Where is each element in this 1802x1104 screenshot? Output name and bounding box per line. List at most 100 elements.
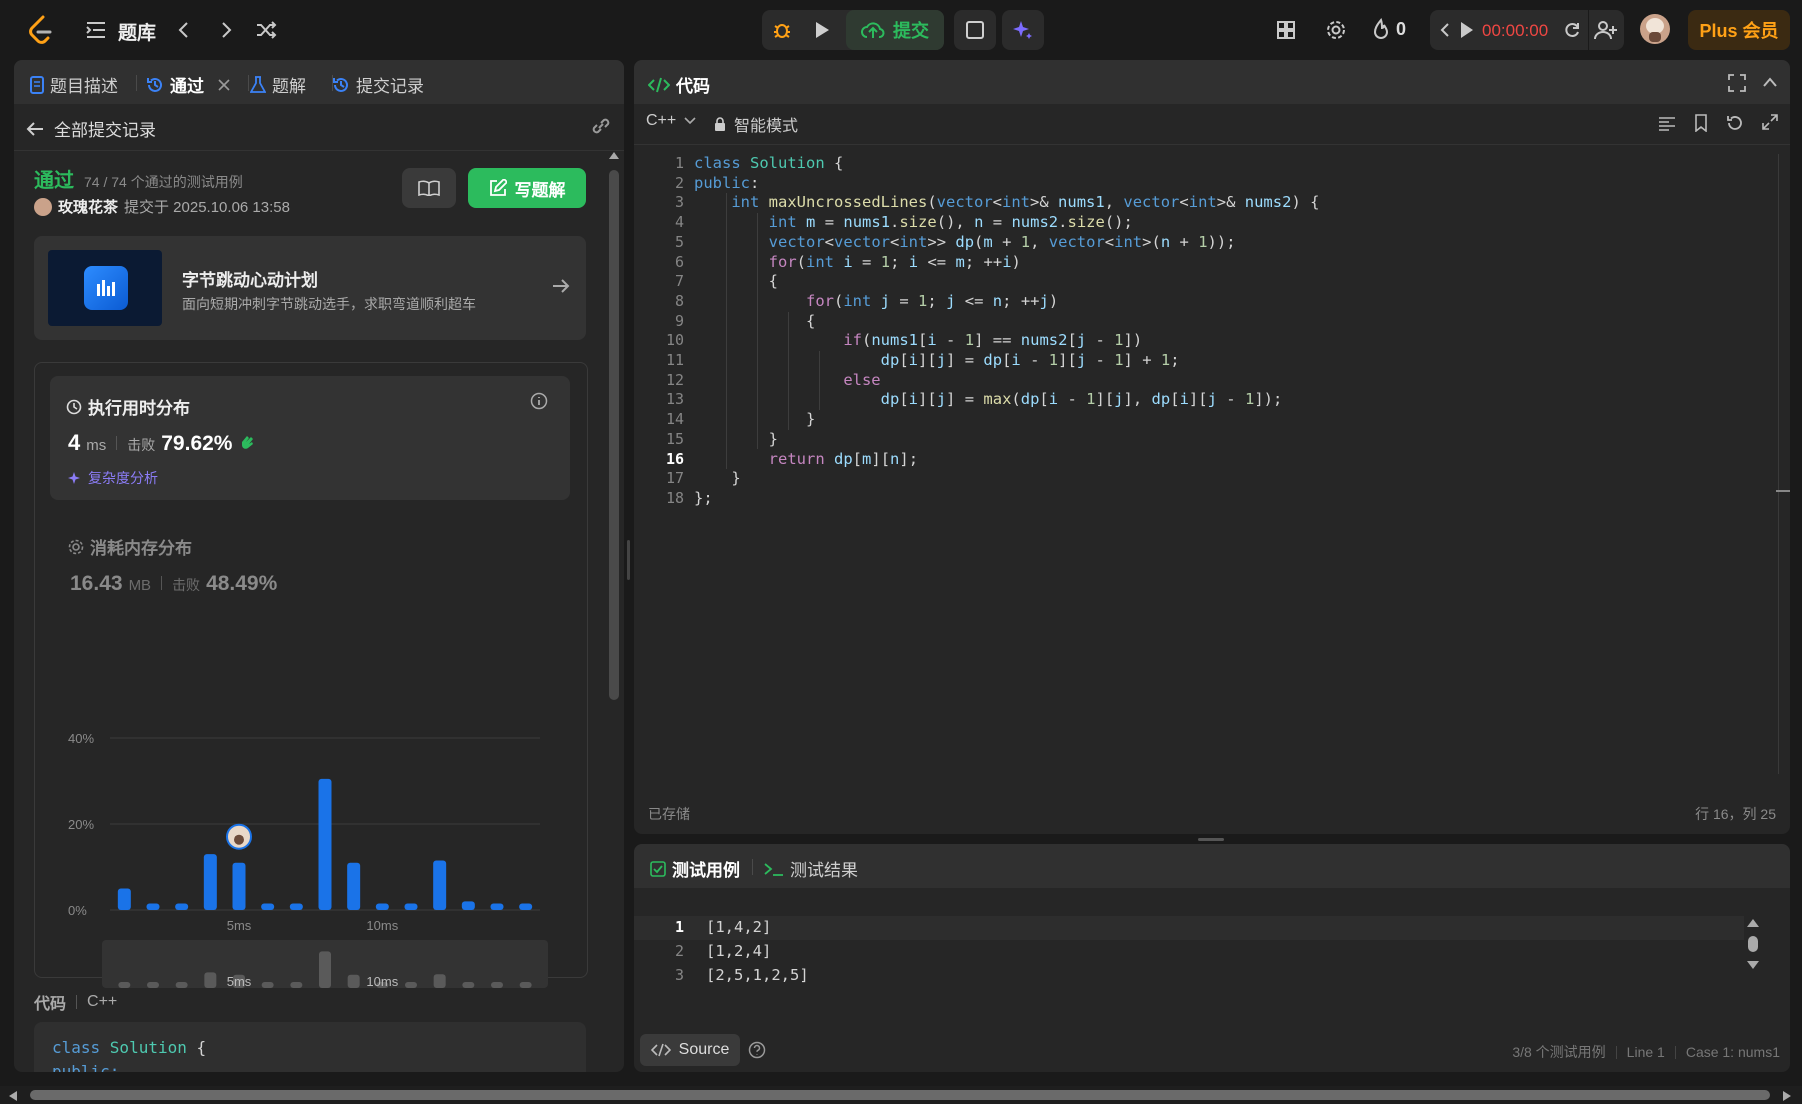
close-tab-icon[interactable] <box>218 78 230 91</box>
chart-bar <box>375 903 389 910</box>
reset-icon[interactable] <box>1726 114 1744 132</box>
minimap-cursor-marker <box>1776 490 1790 492</box>
editor-header: 代码 <box>634 60 1790 104</box>
testcase-line-number: 2 <box>674 942 684 960</box>
ai-assistant-button[interactable] <box>1002 10 1044 50</box>
write-solution-button[interactable]: 写题解 <box>468 168 586 208</box>
tab-accepted[interactable]: 通过 <box>146 72 230 97</box>
tab-description-label: 题目描述 <box>50 77 118 96</box>
submit-button[interactable]: 提交 <box>846 10 944 50</box>
indent-guide <box>788 311 789 430</box>
back-to-submissions[interactable]: 全部提交记录 <box>26 116 156 141</box>
tab-description[interactable]: 题目描述 <box>30 72 118 97</box>
chart-overview-tick-label: 5ms <box>227 974 252 989</box>
scroll-left-icon[interactable] <box>8 1090 18 1102</box>
line-number: 13 <box>665 390 684 409</box>
format-icon[interactable] <box>1658 116 1676 132</box>
expand-icon[interactable] <box>1762 114 1778 130</box>
timer-play-icon[interactable] <box>1460 21 1474 39</box>
clap-icon <box>242 436 254 449</box>
language-select[interactable]: C++ <box>646 112 696 130</box>
left-tab-bar: 题目描述 通过 题解 提交记录 <box>14 60 624 104</box>
tab-test-results[interactable]: 测试结果 <box>764 856 858 881</box>
line-number: 16 <box>665 449 684 468</box>
gear-icon[interactable] <box>1320 14 1352 46</box>
timer-reset-icon[interactable] <box>1562 20 1582 40</box>
line-number: 6 <box>674 252 684 271</box>
memory-beats-label: 击败 <box>172 577 201 593</box>
tab-testcases[interactable]: 测试用例 <box>650 856 740 881</box>
vertical-splitter[interactable] <box>627 540 630 580</box>
source-button[interactable]: Source <box>640 1034 740 1066</box>
page-scroll-thumb[interactable] <box>30 1090 1770 1100</box>
horizontal-splitter[interactable] <box>1198 838 1224 841</box>
run-icon[interactable] <box>806 14 838 46</box>
bookmark-icon[interactable] <box>1694 114 1708 132</box>
sparkle-icon <box>1013 21 1032 39</box>
promo-title: 字节跳动心动计划 <box>182 271 318 290</box>
code-editor-panel: 代码 C++ 智能模式 1 class Solution {2 public: 3 i… <box>634 60 1790 834</box>
user-name[interactable]: 玫瑰花茶 <box>58 196 118 217</box>
streak-counter[interactable]: 0 <box>1372 18 1406 40</box>
chart-bar <box>175 903 189 910</box>
chart-overview-bar <box>319 951 331 988</box>
note-button[interactable] <box>954 10 996 50</box>
runtime-unit: ms <box>86 437 107 454</box>
chart-x-tick-label: 5ms <box>227 918 252 933</box>
tab-solutions-label: 题解 <box>272 77 306 96</box>
back-label: 全部提交记录 <box>54 121 156 140</box>
terminal-icon <box>764 862 783 876</box>
runtime-card[interactable]: 执行用时分布 4 ms 击败 79.62% 复杂度分析 <box>50 376 570 500</box>
timer-collapse-icon[interactable] <box>1440 22 1450 38</box>
chevron-up-icon[interactable] <box>1762 76 1778 88</box>
tab-solutions[interactable]: 题解 <box>250 72 306 97</box>
scroll-down-icon[interactable] <box>1746 960 1760 970</box>
next-problem-icon[interactable] <box>210 14 242 46</box>
plus-membership-button[interactable]: Plus 会员 <box>1688 10 1790 50</box>
link-icon[interactable] <box>590 116 612 136</box>
user-avatar[interactable] <box>34 197 52 216</box>
arrow-left-icon <box>26 121 43 136</box>
top-bar: 题库 提交 0 00:00:00 Plus 会员 <box>0 0 1802 60</box>
debug-icon[interactable] <box>766 14 798 46</box>
testcase-tab-bar: 测试用例 测试结果 <box>634 844 1790 888</box>
testcase-scroll-thumb[interactable] <box>1748 936 1758 952</box>
tab-code[interactable]: 代码 <box>648 72 710 97</box>
shuffle-icon[interactable] <box>250 14 282 46</box>
complexity-analysis-link[interactable]: 复杂度分析 <box>68 468 158 488</box>
code-area[interactable]: 1 class Solution {2 public: 3 int maxUncros… <box>634 154 1774 774</box>
promo-card[interactable]: 字节跳动心动计划 面向短期冲刺字节跳动选手，求职弯道顺利超车 <box>34 236 586 340</box>
line-number: 7 <box>674 272 684 291</box>
fullscreen-icon[interactable] <box>1728 74 1746 92</box>
scroll-up-icon[interactable] <box>1746 918 1760 928</box>
chart-user-avatar-detail <box>234 834 244 845</box>
runtime-distribution-chart[interactable]: 0% 20% 40% 5ms 10ms 5ms 10ms <box>54 700 574 1000</box>
layout-icon[interactable] <box>1270 14 1302 46</box>
memory-header[interactable]: 消耗内存分布 <box>68 534 192 559</box>
prev-problem-icon[interactable] <box>168 14 200 46</box>
scroll-up-icon[interactable] <box>608 150 620 160</box>
problem-list-icon[interactable] <box>80 14 112 46</box>
left-scrollbar[interactable] <box>608 150 620 1070</box>
info-icon[interactable] <box>530 392 548 410</box>
add-friend-icon[interactable] <box>1594 20 1618 40</box>
problem-bank-link[interactable]: 题库 <box>118 18 156 45</box>
leetcode-logo-icon[interactable] <box>24 14 56 46</box>
avatar[interactable] <box>1640 14 1670 44</box>
scroll-right-icon[interactable] <box>1782 1090 1792 1102</box>
testcase-scrollbar[interactable] <box>1746 918 1762 974</box>
chart-overview-bar <box>519 982 532 988</box>
tab-submissions-label: 提交记录 <box>356 77 424 96</box>
chart-y-tick-label: 40% <box>68 731 94 746</box>
left-scroll-thumb[interactable] <box>609 170 619 700</box>
smart-mode-toggle[interactable]: 智能模式 <box>714 112 798 136</box>
notes-button[interactable] <box>402 168 456 208</box>
cursor-position: 行 16，列 25 <box>1695 806 1776 822</box>
help-icon[interactable] <box>748 1041 766 1059</box>
tab-submissions[interactable]: 提交记录 <box>332 72 424 97</box>
submitted-code-preview: class Solution { public: <box>34 1022 586 1072</box>
note-icon <box>966 21 984 39</box>
page-horizontal-scrollbar[interactable] <box>0 1086 1802 1104</box>
submission-status: 通过 74 / 74 个通过的测试用例 <box>34 164 243 193</box>
line-number: 9 <box>674 311 684 330</box>
